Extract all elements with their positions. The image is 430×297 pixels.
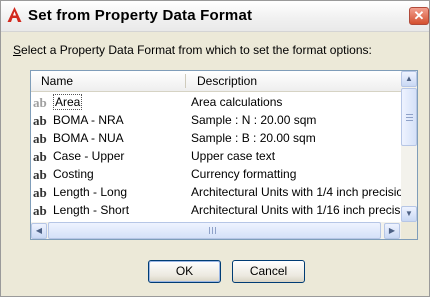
- thumb-grip-line: [406, 117, 413, 118]
- autocad-a-icon: [7, 7, 22, 22]
- dialog-window: Set from Property Data Format ✕ Select a…: [0, 0, 430, 297]
- text-format-icon: ab: [33, 149, 47, 164]
- instruction-label: Select a Property Data Format from which…: [13, 43, 372, 57]
- title-bar[interactable]: Set from Property Data Format ✕: [1, 1, 429, 32]
- column-header-name[interactable]: Name: [41, 74, 73, 88]
- vertical-scrollbar[interactable]: ▲ ▼: [401, 71, 417, 222]
- thumb-grip-line: [406, 114, 413, 115]
- text-format-icon: ab: [33, 95, 47, 110]
- list-item[interactable]: ab Length - Short Architectural Units wi…: [31, 201, 401, 219]
- scrollbar-corner: [401, 222, 417, 239]
- text-format-icon: ab: [33, 131, 47, 146]
- list-item-name: BOMA - NRA: [53, 113, 124, 127]
- window-title: Set from Property Data Format: [28, 7, 253, 24]
- list-rows: ab Area Area calculations ab BOMA - NRA …: [31, 91, 401, 222]
- scroll-right-icon[interactable]: ▶: [384, 223, 400, 239]
- text-format-icon: ab: [33, 167, 47, 182]
- list-item-description: Architectural Units with 1/4 inch precis…: [191, 185, 401, 199]
- text-format-icon: ab: [33, 113, 47, 128]
- list-item-name: Length - Long: [53, 185, 128, 199]
- list-item-description: Sample : N : 20.00 sqm: [191, 113, 317, 127]
- list-item-description: Upper case text: [191, 149, 276, 163]
- thumb-grip-line: [209, 227, 210, 234]
- horizontal-scroll-thumb[interactable]: [48, 222, 381, 239]
- list-item[interactable]: ab BOMA - NUA Sample : B : 20.00 sqm: [31, 129, 401, 147]
- list-item-description: Sample : B : 20.00 sqm: [191, 131, 316, 145]
- list-item[interactable]: ab Area Area calculations: [31, 93, 401, 111]
- list-item-name: Area: [53, 94, 83, 110]
- list-header: Name Description: [31, 71, 401, 92]
- list-item-description: Architectural Units with 1/16 inch preci…: [191, 203, 401, 217]
- list-item-description: Currency formatting: [191, 167, 297, 181]
- list-item[interactable]: ab Length - Long Architectural Units wit…: [31, 183, 401, 201]
- list-item[interactable]: ab BOMA - NRA Sample : N : 20.00 sqm: [31, 111, 401, 129]
- thumb-grip-line: [406, 120, 413, 121]
- close-button[interactable]: ✕: [409, 7, 429, 25]
- format-list[interactable]: Name Description ab Area Area calculatio…: [30, 70, 418, 240]
- list-item-name: Length - Short: [53, 203, 130, 217]
- text-format-icon: ab: [33, 203, 47, 218]
- list-item[interactable]: ab Costing Currency formatting: [31, 165, 401, 183]
- vertical-scroll-thumb[interactable]: [401, 88, 417, 146]
- list-item-name: BOMA - NUA: [53, 131, 124, 145]
- list-item[interactable]: ab Case - Upper Upper case text: [31, 147, 401, 165]
- instruction-text: elect a Property Data Format from which …: [21, 43, 372, 57]
- ok-button[interactable]: OK: [148, 260, 221, 283]
- thumb-grip-line: [215, 227, 216, 234]
- list-item-name: Case - Upper: [53, 149, 125, 163]
- cancel-button[interactable]: Cancel: [232, 260, 305, 283]
- column-divider[interactable]: [185, 74, 186, 88]
- text-format-icon: ab: [33, 185, 47, 200]
- thumb-grip-line: [212, 227, 213, 234]
- scroll-up-icon[interactable]: ▲: [401, 71, 417, 87]
- column-header-description[interactable]: Description: [197, 74, 257, 88]
- scroll-down-icon[interactable]: ▼: [401, 206, 417, 222]
- horizontal-scrollbar[interactable]: ◀ ▶: [31, 222, 401, 239]
- list-item-name: Costing: [53, 167, 94, 181]
- instruction-mnemonic: S: [13, 43, 22, 57]
- list-item-description: Area calculations: [191, 95, 283, 109]
- scroll-left-icon[interactable]: ◀: [31, 223, 47, 239]
